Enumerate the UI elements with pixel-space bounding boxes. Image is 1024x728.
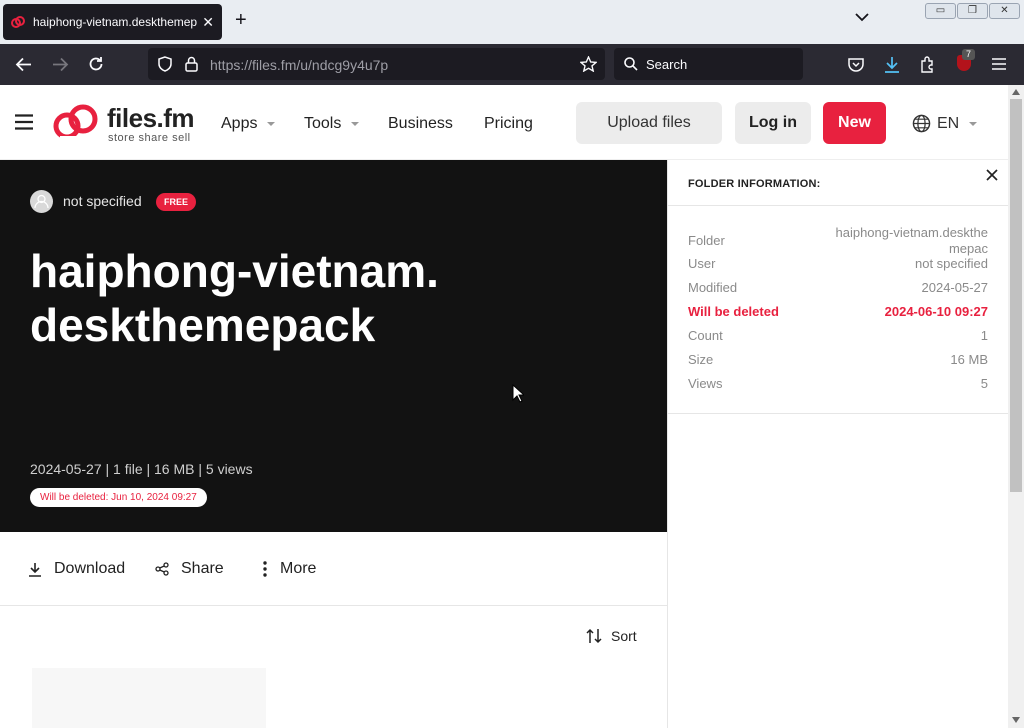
url-path: /u/ndcg9y4u7p bbox=[296, 57, 389, 73]
more-button[interactable]: More bbox=[262, 560, 316, 578]
folder-summary: 2024-05-27 | 1 file | 16 MB | 5 views bbox=[30, 461, 253, 477]
page-scrollbar[interactable] bbox=[1008, 85, 1024, 728]
folder-info-panel: FOLDER INFORMATION: Folder haiphong-viet… bbox=[667, 160, 1008, 728]
search-bar[interactable]: Search bbox=[614, 48, 803, 80]
info-key: Count bbox=[688, 328, 723, 343]
caret-down-icon bbox=[351, 121, 360, 126]
site-header: files.fm store share sell Apps Tools Bus… bbox=[0, 85, 1008, 160]
restore-window-icon[interactable]: ❐ bbox=[957, 3, 988, 19]
forward-arrow-icon[interactable] bbox=[52, 57, 69, 72]
delete-notice-badge: Will be deleted: Jun 10, 2024 09:27 bbox=[30, 488, 207, 507]
sort-arrows-icon bbox=[586, 628, 602, 644]
sort-button[interactable]: Sort bbox=[586, 628, 637, 644]
mouse-cursor-icon bbox=[512, 384, 524, 403]
info-value: not specified bbox=[915, 256, 988, 271]
extensions-puzzle-icon[interactable] bbox=[920, 56, 936, 73]
share-label: Share bbox=[181, 560, 224, 577]
search-placeholder: Search bbox=[646, 57, 688, 72]
lock-icon[interactable] bbox=[185, 56, 198, 72]
scroll-up-arrow-icon[interactable] bbox=[1012, 89, 1020, 95]
info-key: Will be deleted bbox=[688, 304, 779, 319]
language-label: EN bbox=[937, 114, 960, 132]
info-key: Folder bbox=[688, 233, 725, 248]
address-bar[interactable]: https://files.fm/u/ndcg9y4u7p bbox=[148, 48, 605, 80]
folder-owner[interactable]: not specified bbox=[63, 193, 142, 209]
more-vertical-icon bbox=[263, 561, 267, 577]
upload-files-button[interactable]: Upload files bbox=[576, 102, 722, 144]
pocket-icon[interactable] bbox=[848, 57, 864, 72]
avatar bbox=[30, 190, 53, 213]
panel-divider bbox=[668, 205, 1008, 206]
nav-tools[interactable]: Tools bbox=[304, 115, 360, 133]
tab-title: haiphong-vietnam.deskthemepack bbox=[33, 15, 197, 29]
actions-bar: Download Share More bbox=[0, 532, 667, 606]
info-value: haiphong-vietnam.deskthemepac bbox=[835, 225, 989, 256]
sort-label: Sort bbox=[611, 628, 637, 644]
files-fm-logo-mark-icon bbox=[53, 104, 98, 142]
hamburger-menu-icon[interactable] bbox=[15, 114, 33, 130]
url-host: https://files.fm bbox=[210, 57, 297, 73]
globe-icon bbox=[912, 114, 931, 133]
info-key: User bbox=[688, 256, 716, 271]
close-icon[interactable] bbox=[986, 169, 998, 181]
nav-apps[interactable]: Apps bbox=[221, 115, 276, 133]
shield-icon[interactable] bbox=[158, 56, 172, 72]
files-fm-favicon-icon bbox=[11, 16, 25, 28]
share-icon bbox=[155, 562, 169, 576]
caret-down-icon bbox=[267, 121, 276, 126]
folder-hero: not specified FREE haiphong-vietnam.desk… bbox=[0, 160, 667, 532]
info-value: 5 bbox=[980, 376, 988, 391]
panel-divider bbox=[668, 413, 1008, 414]
browser-titlebar: haiphong-vietnam.deskthemepack ✕ + ▭ ❐ ✕ bbox=[0, 0, 1024, 44]
back-arrow-icon[interactable] bbox=[15, 57, 32, 72]
addon-count-badge: 7 bbox=[962, 49, 975, 60]
scroll-down-arrow-icon[interactable] bbox=[1012, 717, 1020, 723]
share-button[interactable]: Share bbox=[155, 560, 224, 578]
download-label: Download bbox=[54, 560, 126, 577]
folder-title: haiphong-vietnam.deskthemepack bbox=[30, 245, 439, 351]
login-button[interactable]: Log in bbox=[735, 102, 811, 144]
panel-heading: FOLDER INFORMATION: bbox=[688, 178, 821, 190]
nav-apps-label: Apps bbox=[221, 115, 258, 132]
close-window-icon[interactable]: ✕ bbox=[989, 3, 1020, 19]
nav-tools-label: Tools bbox=[304, 115, 342, 132]
info-value: 16 MB bbox=[950, 352, 988, 367]
browser-navbar: https://files.fm/u/ndcg9y4u7p Search 7 bbox=[0, 44, 1024, 85]
more-label: More bbox=[280, 560, 317, 577]
caret-down-icon bbox=[969, 121, 978, 126]
chevron-down-icon[interactable] bbox=[855, 12, 869, 22]
language-selector[interactable]: EN bbox=[912, 114, 978, 133]
reload-icon[interactable] bbox=[88, 56, 104, 72]
search-icon bbox=[624, 57, 638, 71]
download-button[interactable]: Download bbox=[28, 560, 125, 578]
info-key: Modified bbox=[688, 280, 738, 295]
logo-tagline: store share sell bbox=[108, 132, 191, 144]
url-text: https://files.fm/u/ndcg9y4u7p bbox=[210, 57, 388, 73]
info-row-folder: Folder haiphong-vietnam.deskthemepac bbox=[688, 225, 988, 257]
nav-pricing[interactable]: Pricing bbox=[484, 115, 533, 133]
download-arrow-icon[interactable] bbox=[884, 56, 900, 73]
new-tab-icon[interactable]: + bbox=[235, 10, 247, 30]
new-button[interactable]: New bbox=[823, 102, 886, 144]
file-thumbnail-placeholder[interactable] bbox=[32, 668, 266, 728]
browser-tab[interactable]: haiphong-vietnam.deskthemepack ✕ bbox=[3, 4, 222, 40]
nav-business[interactable]: Business bbox=[388, 115, 453, 133]
info-value: 1 bbox=[980, 328, 988, 343]
minimize-window-icon[interactable]: ▭ bbox=[925, 3, 956, 19]
user-silhouette-icon bbox=[34, 194, 49, 209]
info-value: 2024-05-27 bbox=[921, 280, 989, 295]
star-icon[interactable] bbox=[580, 56, 597, 72]
scrollbar-thumb[interactable] bbox=[1010, 99, 1022, 492]
info-key: Views bbox=[688, 376, 723, 391]
tab-close-icon[interactable]: ✕ bbox=[202, 14, 214, 31]
info-value: 2024-06-10 09:27 bbox=[884, 304, 988, 319]
download-icon bbox=[29, 562, 41, 577]
plan-badge: FREE bbox=[156, 193, 197, 211]
hamburger-menu-icon[interactable] bbox=[992, 58, 1006, 70]
info-key: Size bbox=[688, 352, 714, 367]
logo-text: files.fm bbox=[107, 103, 195, 133]
